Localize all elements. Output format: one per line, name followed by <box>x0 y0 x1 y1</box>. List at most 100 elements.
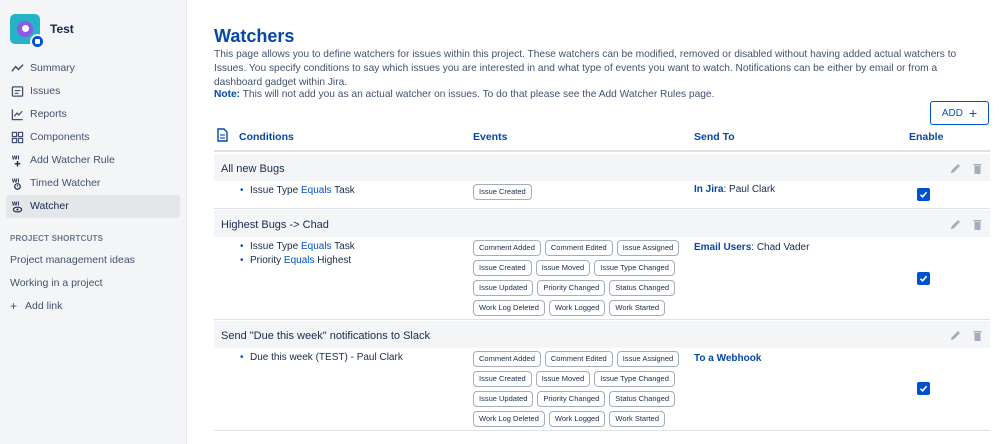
project-sidebar: Test Summary Issues Reports Components W… <box>0 0 187 444</box>
send-to: In Jira: Paul Clark <box>694 184 775 195</box>
event-chip: Comment Added <box>473 240 541 256</box>
reports-icon <box>10 107 24 121</box>
sidebar-item-issues[interactable]: Issues <box>6 80 180 103</box>
edit-pencil-icon[interactable] <box>949 162 962 175</box>
event-chip: Issue Type Changed <box>594 371 675 387</box>
send-to-method: Email Users <box>694 242 752 253</box>
sidebar-nav: Summary Issues Reports Components WI Add… <box>0 57 186 218</box>
timed-watcher-icon: WI <box>10 176 24 190</box>
sidebar-item-components[interactable]: Components <box>6 126 180 149</box>
condition-operator: Equals <box>300 241 332 252</box>
watchers-table-header: Conditions Events Send To Enable <box>214 128 990 152</box>
condition-value: Task <box>334 185 355 196</box>
event-chip: Work Started <box>609 300 666 316</box>
conditions-list: Due this week (TEST) - Paul Clark <box>240 351 403 365</box>
checkmark-icon <box>919 385 928 392</box>
enable-column-header: Enable <box>909 131 944 143</box>
watcher-title: Highest Bugs -> Chad <box>214 210 990 237</box>
event-chip: Comment Edited <box>544 240 613 256</box>
project-shortcuts-header: PROJECT SHORTCUTS <box>10 233 104 243</box>
row-actions <box>949 329 984 342</box>
sidebar-item-label: Add Watcher Rule <box>30 154 115 167</box>
sidebar-item-reports[interactable]: Reports <box>6 103 180 126</box>
checkmark-icon <box>919 275 928 282</box>
event-chip: Issue Assigned <box>616 240 680 256</box>
watcher-title: Send "Due this week" notifications to Sl… <box>214 321 990 348</box>
condition-item: Priority Equals Highest <box>240 254 355 268</box>
condition-value: Task <box>334 241 355 252</box>
watcher-icon: WI <box>10 199 24 213</box>
add-link-label: Add link <box>25 300 63 313</box>
event-chip: Comment Added <box>473 351 541 367</box>
condition-item: Issue Type Equals Task <box>240 184 355 198</box>
sidebar-item-watcher[interactable]: WI Watcher <box>6 194 180 218</box>
issues-icon <box>10 84 24 98</box>
shortcut-link[interactable]: Working in a project <box>0 272 186 295</box>
summary-icon <box>10 61 24 75</box>
add-watcher-button[interactable]: ADD + <box>930 101 989 125</box>
page-description: This page allows you to define watchers … <box>214 49 957 88</box>
event-chip: Issue Updated <box>473 280 534 296</box>
condition-value: Highest <box>317 255 352 266</box>
send-to-recipient: : Chad Vader <box>751 242 810 253</box>
note-text: This will not add you as an actual watch… <box>240 89 715 100</box>
sidebar-item-add-watcher-rule[interactable]: WI Add Watcher Rule <box>6 149 180 172</box>
sidebar-item-timed-watcher[interactable]: WI Timed Watcher <box>6 172 180 195</box>
event-chip: Status Changed <box>609 280 676 296</box>
event-chip: Issue Created <box>473 371 532 387</box>
table-row: Send "Due this week" notifications to Sl… <box>214 321 990 431</box>
events-list: Comment Added Comment Edited Issue Assig… <box>473 240 683 316</box>
event-chip: Work Log Deleted <box>473 300 545 316</box>
svg-text:WI: WI <box>11 155 19 161</box>
condition-field: Issue Type <box>250 241 299 252</box>
condition-item: Issue Type Equals Task <box>240 240 355 254</box>
add-link-button[interactable]: + Add link <box>0 295 186 318</box>
sidebar-item-label: Timed Watcher <box>30 177 101 190</box>
enable-checkbox[interactable] <box>917 382 930 395</box>
sidebar-item-label: Summary <box>30 62 75 75</box>
project-avatar-eye-icon <box>17 20 33 37</box>
conditions-list: Issue Type Equals Task Priority Equals H… <box>240 240 355 268</box>
event-chip: Issue Created <box>473 184 532 200</box>
condition-operator: Equals <box>283 255 315 266</box>
enable-checkbox[interactable] <box>917 272 930 285</box>
delete-trash-icon[interactable] <box>971 218 984 231</box>
send-to-recipient: : Paul Clark <box>723 184 776 195</box>
project-avatar <box>10 13 45 49</box>
project-header[interactable]: Test <box>0 0 186 49</box>
event-chip: Work Logged <box>548 300 606 316</box>
sidebar-item-label: Components <box>30 131 90 144</box>
sidebar-item-summary[interactable]: Summary <box>6 57 180 80</box>
send-to: To a Webhook <box>694 353 761 364</box>
add-button-label: ADD <box>941 107 963 119</box>
event-chip: Priority Changed <box>537 391 606 407</box>
components-icon <box>10 130 24 144</box>
table-row: Highest Bugs -> Chad Issue Type Equals T… <box>214 210 990 320</box>
enable-checkbox[interactable] <box>917 188 930 201</box>
checkmark-icon <box>919 191 928 198</box>
event-chip: Issue Updated <box>473 391 534 407</box>
event-chip: Issue Assigned <box>616 351 680 367</box>
page-note: Note: This will not add you as an actual… <box>214 89 714 100</box>
send-to-method: In Jira <box>694 184 724 195</box>
condition-operator: Equals <box>300 185 332 196</box>
plus-icon: + <box>10 299 18 314</box>
condition-item: Due this week (TEST) - Paul Clark <box>240 351 403 365</box>
plus-icon: + <box>968 105 978 121</box>
edit-pencil-icon[interactable] <box>949 329 962 342</box>
event-chip: Work Logged <box>548 411 606 427</box>
project-type-badge-icon <box>30 33 45 49</box>
delete-trash-icon[interactable] <box>971 329 984 342</box>
row-actions <box>949 218 984 231</box>
shortcut-link[interactable]: Project management ideas <box>0 249 186 272</box>
event-chip: Priority Changed <box>537 280 606 296</box>
conditions-list: Issue Type Equals Task <box>240 184 355 198</box>
event-chip: Issue Moved <box>535 371 591 387</box>
page-title: Watchers <box>214 26 295 46</box>
delete-trash-icon[interactable] <box>971 162 984 175</box>
conditions-column-header: Conditions <box>239 131 294 143</box>
project-name: Test <box>50 21 74 36</box>
sidebar-item-label: Issues <box>30 85 61 98</box>
edit-pencil-icon[interactable] <box>949 218 962 231</box>
event-chip: Work Log Deleted <box>473 411 545 427</box>
